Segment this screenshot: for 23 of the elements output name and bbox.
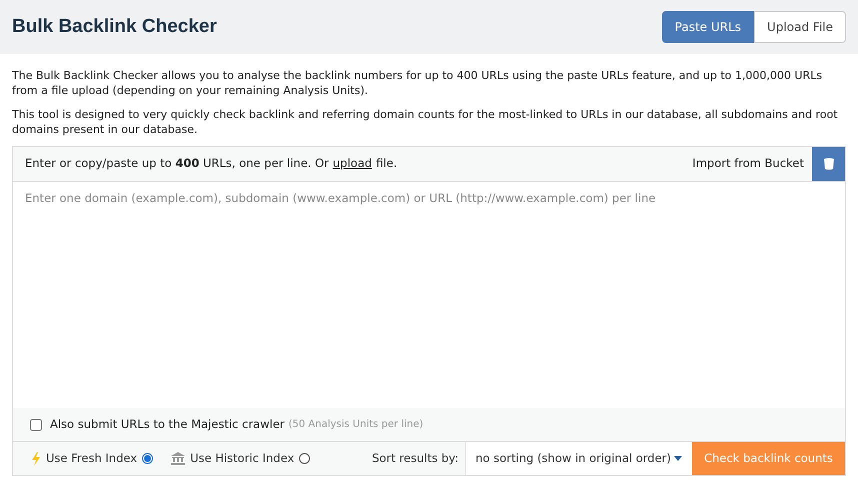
- lightning-icon: [31, 452, 41, 466]
- index-radio[interactable]: [142, 453, 154, 464]
- analysis-units-note: (50 Analysis Units per line): [288, 418, 424, 432]
- import-from-bucket-button[interactable]: Import from Bucket: [692, 155, 804, 173]
- index-option-label: Use Historic Index: [190, 450, 294, 467]
- tab[interactable]: Upload File: [754, 11, 846, 43]
- upload-link[interactable]: upload: [332, 155, 372, 173]
- crawler-option-label: Also submit URLs to the Majestic crawler: [50, 416, 284, 433]
- intro-paragraph: The Bulk Backlink Checker allows you to analyse the backlink numbers for up to 400 URLs using the paste URLs feature, and up to 1,000,000 URLs from a file upload (depending on your remaining Analysis Units).: [12, 68, 824, 98]
- sort-dropdown[interactable]: no sorting (show in original order): [464, 442, 692, 475]
- bucket-icon: [824, 158, 834, 170]
- index-radio[interactable]: [299, 453, 310, 464]
- sort-label: Sort results by:: [372, 450, 459, 467]
- bank-icon: [171, 452, 186, 465]
- instruction-text: Enter or copy/paste up to 400 URLs, one per line. Or: [25, 155, 329, 172]
- caret-icon: [674, 456, 682, 461]
- crawler-checkbox[interactable]: [30, 418, 42, 430]
- tab[interactable]: Paste URLs: [662, 11, 754, 43]
- page-title: Bulk Backlink Checker: [12, 14, 217, 39]
- intro-paragraph: This tool is designed to very quickly check backlink and referring domain counts for the most-linked to URLs in our database, all subdomains and root domains present in our database.: [12, 107, 839, 137]
- instruction-text: file.: [376, 155, 398, 172]
- index-option-label: Use Fresh Index: [46, 450, 138, 467]
- bucket-button[interactable]: [812, 147, 845, 181]
